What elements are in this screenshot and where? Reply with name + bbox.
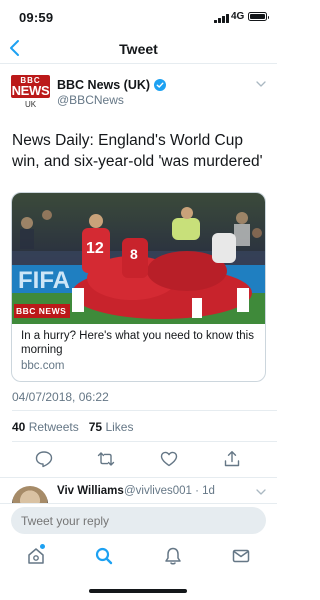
tab-notifications[interactable] (163, 546, 183, 566)
verified-icon (154, 79, 167, 91)
likes-label: Likes (105, 420, 134, 434)
chevron-down-icon[interactable] (256, 488, 266, 496)
card-title: In a hurry? Here's what you need to know… (21, 330, 254, 356)
avatar-line-news: NEWS (11, 83, 50, 98)
battery-icon (248, 12, 269, 21)
svg-text:8: 8 (130, 246, 138, 262)
bell-icon (165, 547, 181, 565)
avatar-line-uk: UK (24, 100, 37, 109)
nav-header: Tweet (0, 34, 277, 64)
chevron-down-icon[interactable] (256, 80, 266, 88)
retweets-count: 40 (12, 420, 26, 434)
reply-preview[interactable]: Viv Williams @vivlives001 · 1d (0, 481, 277, 503)
tab-bar (0, 537, 277, 577)
tweet-text: News Daily: England's World Cup win, and… (12, 132, 263, 170)
card-image-logo: BBC NEWS (16, 306, 67, 316)
avatar[interactable] (12, 486, 48, 503)
signal-icon (214, 14, 229, 23)
search-icon (95, 547, 113, 565)
tweet-actions (0, 450, 277, 472)
tab-home[interactable] (26, 544, 46, 566)
home-icon (28, 548, 44, 564)
tweet-author: BBC NEWS UK BBC News (UK) @BBCNews (0, 72, 277, 112)
avatar[interactable]: BBC NEWS UK (11, 75, 50, 111)
author-handle[interactable]: @BBCNews (57, 93, 124, 107)
tab-search[interactable] (94, 546, 114, 566)
retweets-label: Retweets (28, 420, 79, 434)
link-card[interactable]: FIFA 12 8 BBC NEWS In a hurry? Here's wh… (11, 192, 266, 382)
share-icon[interactable] (223, 450, 241, 468)
status-bar: 09:59 4G (0, 0, 277, 34)
reply-icon[interactable] (35, 450, 53, 468)
svg-text:12: 12 (86, 240, 104, 257)
svg-text:FIFA: FIFA (18, 267, 70, 294)
divider (12, 441, 277, 442)
likes-stat[interactable]: 75 Likes (89, 420, 134, 434)
notification-dot (40, 544, 45, 549)
card-image: FIFA 12 8 (12, 193, 265, 324)
home-indicator[interactable] (89, 589, 187, 593)
compose-bar (0, 503, 277, 537)
retweets-stat[interactable]: 40 Retweets (12, 420, 79, 434)
retweet-icon[interactable] (97, 450, 115, 468)
author-name: BBC News (UK) (57, 78, 151, 92)
tweet-stats: 40 Retweets 75 Likes (12, 420, 133, 434)
mail-icon (232, 549, 250, 563)
heart-icon[interactable] (160, 450, 178, 468)
likes-count: 75 (88, 420, 103, 434)
page-title: Tweet (119, 41, 158, 57)
network-label: 4G (231, 11, 245, 22)
tweet-timestamp: 04/07/2018, 06:22 (12, 390, 109, 404)
status-time: 09:59 (19, 10, 54, 25)
reply-author-handle: @vivlives001 · 1d (124, 485, 215, 497)
divider (0, 477, 277, 478)
tab-messages[interactable] (231, 546, 251, 566)
author-name-row[interactable]: BBC News (UK) (57, 78, 167, 92)
reply-author-name: Viv Williams (57, 485, 124, 497)
card-domain: bbc.com (21, 360, 65, 372)
reply-input[interactable] (11, 507, 266, 534)
divider (12, 410, 277, 411)
